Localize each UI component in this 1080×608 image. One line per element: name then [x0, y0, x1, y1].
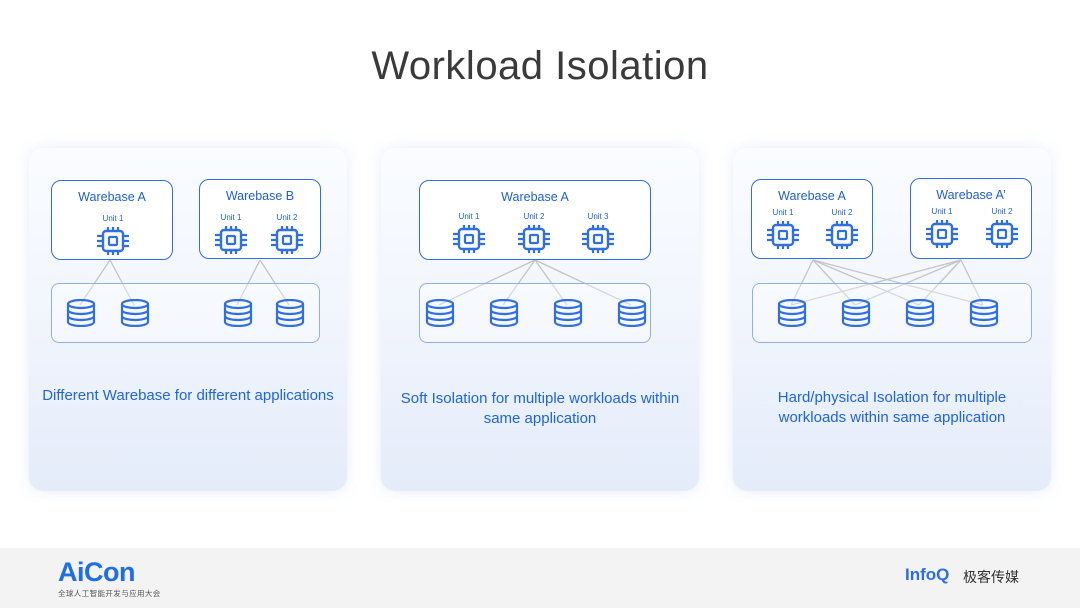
warebase-title: Warebase A [778, 189, 846, 203]
database-icon [777, 299, 807, 327]
database-icon [841, 299, 871, 327]
compute-unit: Unit 1 [759, 208, 807, 249]
warebase-box: Warebase A Unit 1 Unit 2 [751, 179, 873, 259]
infoq-logo: InfoQ [905, 565, 950, 584]
compute-unit: Unit 1 [918, 207, 966, 248]
compute-unit: Unit 2 [978, 207, 1026, 248]
warebase-box: Warebase A Unit 1 Unit 2 Unit 3 [419, 180, 651, 260]
cpu-chip-icon [271, 226, 303, 254]
compute-unit: Unit 1 [207, 213, 255, 254]
footer-bar: AiCon 全球人工智能开发与应用大会 InfoQ 极客传媒 [0, 548, 1080, 608]
database-icon [905, 299, 935, 327]
unit-label: Unit 1 [458, 212, 480, 221]
cpu-chip-icon [518, 225, 550, 253]
cpu-chip-icon [215, 226, 247, 254]
compute-unit: Unit 1 [445, 212, 493, 253]
compute-unit: Unit 2 [818, 208, 866, 249]
unit-label: Unit 2 [991, 207, 1013, 216]
warebase-box: Warebase A Unit 1 [51, 180, 173, 260]
database-icon [969, 299, 999, 327]
warebase-box: Warebase A’ Unit 1 Unit 2 [910, 178, 1032, 259]
database-icon [66, 299, 96, 327]
storage-group [51, 283, 320, 343]
cpu-chip-icon [926, 220, 958, 248]
cpu-chip-icon [453, 225, 485, 253]
unit-label: Unit 2 [276, 213, 298, 222]
panel-caption: Soft Isolation for multiple workloads wi… [400, 390, 680, 427]
cpu-chip-icon [767, 221, 799, 249]
database-icon [617, 299, 647, 327]
aicon-tagline: 全球人工智能开发与应用大会 [58, 589, 161, 598]
unit-label: Unit 1 [102, 214, 124, 223]
unit-label: Unit 1 [772, 208, 794, 217]
cpu-chip-icon [986, 220, 1018, 248]
database-icon [120, 299, 150, 327]
panel-hard-isolation: Warebase A Unit 1 Unit 2 Warebase A’ Uni… [733, 148, 1051, 491]
warebase-box: Warebase B Unit 1 Unit 2 [199, 179, 321, 259]
database-icon [223, 299, 253, 327]
warebase-title: Warebase A’ [936, 188, 1006, 202]
compute-unit: Unit 2 [263, 213, 311, 254]
warebase-title: Warebase B [225, 189, 295, 203]
compute-unit: Unit 2 [510, 212, 558, 253]
database-icon [425, 299, 455, 327]
database-icon [489, 299, 519, 327]
cpu-chip-icon [97, 227, 129, 255]
storage-group [419, 283, 651, 343]
aicon-logo: AiCon [58, 557, 135, 587]
database-icon [275, 299, 305, 327]
unit-label: Unit 1 [220, 213, 242, 222]
cpu-chip-icon [582, 225, 614, 253]
storage-group [752, 283, 1032, 343]
infoq-brand-text: 极客传媒 [963, 569, 1019, 585]
unit-label: Unit 2 [523, 212, 545, 221]
unit-label: Unit 2 [831, 208, 853, 217]
unit-label: Unit 1 [931, 207, 953, 216]
cpu-chip-icon [826, 221, 858, 249]
compute-unit: Unit 1 [89, 214, 137, 255]
warebase-title: Warebase A [501, 190, 569, 204]
database-icon [553, 299, 583, 327]
panel-different-warebase: Warebase A Unit 1 Warebase B Unit 1 Unit… [29, 148, 347, 491]
panel-soft-isolation: Warebase A Unit 1 Unit 2 Unit 3 Soft Iso… [381, 148, 699, 491]
page-title: Workload Isolation [371, 44, 709, 88]
warebase-title: Warebase A [78, 190, 146, 204]
panel-caption: Hard/physical Isolation for multiple wor… [777, 389, 1007, 426]
compute-unit: Unit 3 [574, 212, 622, 253]
unit-label: Unit 3 [587, 212, 609, 221]
panel-caption: Different Warebase for different applica… [42, 387, 334, 404]
